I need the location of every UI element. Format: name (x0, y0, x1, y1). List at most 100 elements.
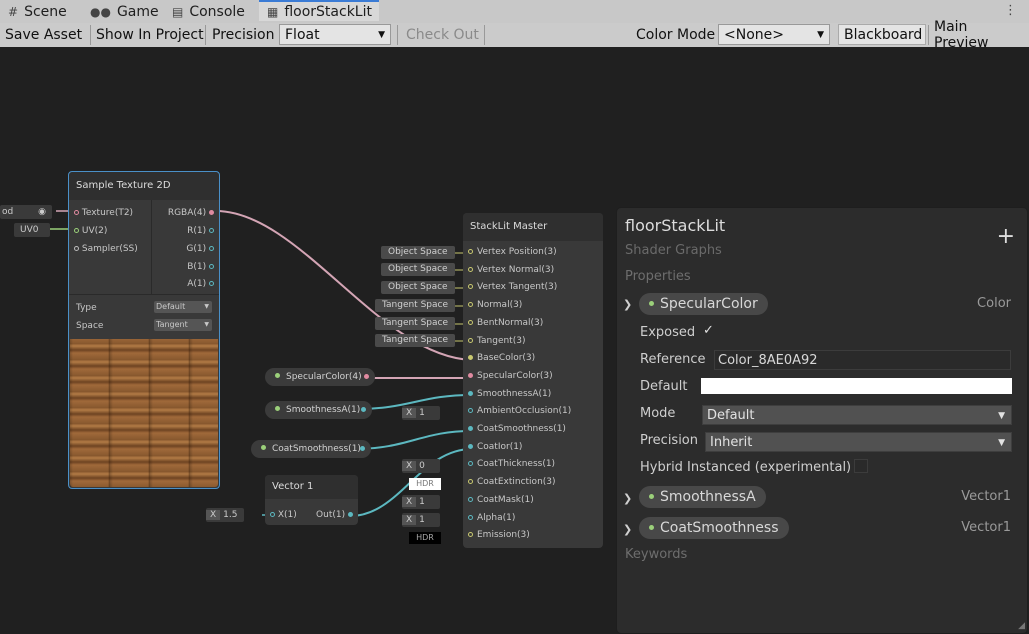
port-r[interactable]: R(1) (187, 226, 214, 236)
exposed-checkbox[interactable]: ✓ (703, 324, 717, 338)
property-node-smoothnessa[interactable]: SmoothnessA(1) (265, 401, 372, 419)
master-port[interactable]: Alpha(1) (468, 513, 515, 523)
master-port[interactable]: BaseColor(3) (468, 353, 535, 363)
mode-dropdown[interactable]: Default ▼ (702, 405, 1012, 425)
default-color-field[interactable] (701, 378, 1012, 394)
type-dropdown[interactable]: Default ▼ (154, 301, 212, 313)
exposed-dot-icon (649, 525, 654, 530)
stacklit-master-node[interactable]: StackLit Master Vertex Position(3) Vertex… (463, 213, 603, 548)
sample-texture-2d-node[interactable]: Sample Texture 2D Texture(T2) UV(2) Samp… (68, 171, 220, 489)
port-dot-icon (468, 337, 473, 343)
master-port-label: BaseColor(3) (477, 353, 536, 364)
port-rgba[interactable]: RGBA(4) (168, 208, 214, 218)
port-dot-icon (468, 372, 473, 378)
port-g[interactable]: G(1) (186, 244, 214, 254)
port-dot-icon (468, 355, 473, 361)
main-preview-toggle[interactable]: Main Preview (929, 19, 1029, 51)
master-port-label: BentNormal(3) (477, 317, 544, 328)
master-port-label: Emission(3) (477, 530, 530, 541)
master-port[interactable]: AmbientOcclusion(1) (468, 406, 571, 416)
port-b[interactable]: B(1) (187, 262, 214, 272)
port-sampler[interactable]: Sampler(SS) (74, 244, 138, 254)
property-smoothnessa[interactable]: SmoothnessA (639, 486, 766, 508)
master-port[interactable]: CoatIor(1) (468, 442, 522, 452)
dropdown-arrow-icon: ▼ (998, 438, 1005, 448)
space-dropdown[interactable]: Tangent ▼ (154, 319, 212, 331)
tab-game[interactable]: ●● Game (90, 0, 159, 23)
property-node-specularcolor[interactable]: SpecularColor(4) (265, 368, 375, 386)
space-input-vertex-normal[interactable]: Object Space (381, 263, 455, 276)
color-mode-dropdown[interactable]: <None> ▼ (718, 24, 830, 45)
space-input-vertex-tangent[interactable]: Object Space (381, 281, 455, 294)
coat-mask-input[interactable]: X1 (402, 495, 440, 509)
texture-input-field[interactable]: od ◉ (0, 205, 52, 219)
add-property-button[interactable]: + (997, 226, 1015, 248)
hybrid-instanced-checkbox[interactable] (854, 459, 868, 473)
port-dot-icon (468, 479, 473, 485)
tab-menu-icon[interactable]: ⋮ (1004, 3, 1017, 18)
expand-arrow-icon[interactable]: ❯ (623, 492, 632, 505)
master-port[interactable]: SmoothnessA(1) (468, 389, 551, 399)
coat-thickness-input[interactable]: X0 (402, 459, 440, 473)
exposed-label: Exposed (640, 325, 696, 340)
reference-input[interactable]: Color_8AE0A92 (714, 350, 1011, 370)
master-port[interactable]: Normal(3) (468, 300, 522, 310)
vector1-x-input[interactable]: X 1.5 (206, 508, 244, 522)
tab-console[interactable]: ▤ Console (172, 0, 245, 23)
tab-scene[interactable]: # Scene (8, 0, 67, 23)
port-uv[interactable]: UV(2) (74, 226, 107, 236)
reference-label: Reference (640, 352, 706, 367)
save-asset-button[interactable]: Save Asset (0, 24, 87, 45)
master-port-label: SmoothnessA(1) (477, 388, 552, 399)
ao-input[interactable]: X1 (402, 406, 440, 420)
port-dot-icon (468, 284, 473, 290)
check-out-button[interactable]: Check Out (401, 24, 484, 45)
collapse-arrow-icon[interactable]: ❯ (623, 298, 632, 311)
emission-color[interactable]: HDR (409, 532, 441, 544)
property-specularcolor[interactable]: SpecularColor (639, 293, 768, 315)
uv-input-field[interactable]: UV0 (14, 223, 50, 237)
coat-extinction-color[interactable]: HDR (409, 478, 441, 490)
master-port-label: CoatMask(1) (477, 494, 534, 505)
master-port[interactable]: CoatMask(1) (468, 495, 534, 505)
master-port[interactable]: Vertex Normal(3) (468, 265, 554, 275)
blackboard-toggle[interactable]: Blackboard (838, 24, 926, 45)
port-dot-icon (468, 266, 473, 272)
master-port-label: Normal(3) (477, 300, 523, 311)
master-port[interactable]: BentNormal(3) (468, 318, 543, 328)
port-out[interactable]: Out(1) (316, 510, 353, 520)
port-dot-icon (361, 407, 366, 412)
port-x[interactable]: X(1) (270, 510, 297, 520)
precision-dropdown[interactable]: Inherit ▼ (705, 432, 1012, 452)
space-input-normal[interactable]: Tangent Space (375, 299, 455, 312)
node-title: Vector 1 (265, 475, 358, 499)
vector1-node[interactable]: Vector 1 X(1) Out(1) (265, 475, 358, 525)
master-port[interactable]: CoatSmoothness(1) (468, 424, 566, 434)
space-input-tangent[interactable]: Tangent Space (375, 334, 455, 347)
show-in-project-button[interactable]: Show In Project (91, 24, 209, 45)
alpha-input[interactable]: X1 (402, 513, 440, 527)
tab-floorstacklit[interactable]: ▦ floorStackLit (259, 0, 379, 21)
port-dot-icon (468, 532, 473, 538)
master-port[interactable]: SpecularColor(3) (468, 371, 553, 381)
master-port[interactable]: CoatExtinction(3) (468, 477, 556, 487)
graph-canvas[interactable]: od ◉ UV0 Sample Texture 2D Texture(T2) UV… (0, 47, 1029, 634)
precision-label: Precision (640, 433, 699, 448)
property-node-coatsmoothness[interactable]: CoatSmoothness(1) (251, 440, 371, 458)
master-port[interactable]: Vertex Tangent(3) (468, 282, 557, 292)
precision-dropdown[interactable]: Float ▼ (279, 24, 391, 45)
master-port-label: Vertex Tangent(3) (477, 282, 558, 293)
master-port[interactable]: Vertex Position(3) (468, 247, 557, 257)
resize-handle-icon[interactable]: ◢ (1018, 621, 1025, 631)
console-icon: ▤ (172, 4, 184, 19)
port-a[interactable]: A(1) (187, 279, 214, 289)
master-port[interactable]: Tangent(3) (468, 336, 525, 346)
property-coatsmoothness[interactable]: CoatSmoothness (639, 517, 789, 539)
master-port-label: AmbientOcclusion(1) (477, 406, 572, 417)
port-texture[interactable]: Texture(T2) (74, 208, 133, 218)
master-port[interactable]: CoatThickness(1) (468, 459, 555, 469)
expand-arrow-icon[interactable]: ❯ (623, 523, 632, 536)
space-input-vertex-position[interactable]: Object Space (381, 246, 455, 259)
master-port[interactable]: Emission(3) (468, 530, 530, 540)
space-input-bentnormal[interactable]: Tangent Space (375, 317, 455, 330)
